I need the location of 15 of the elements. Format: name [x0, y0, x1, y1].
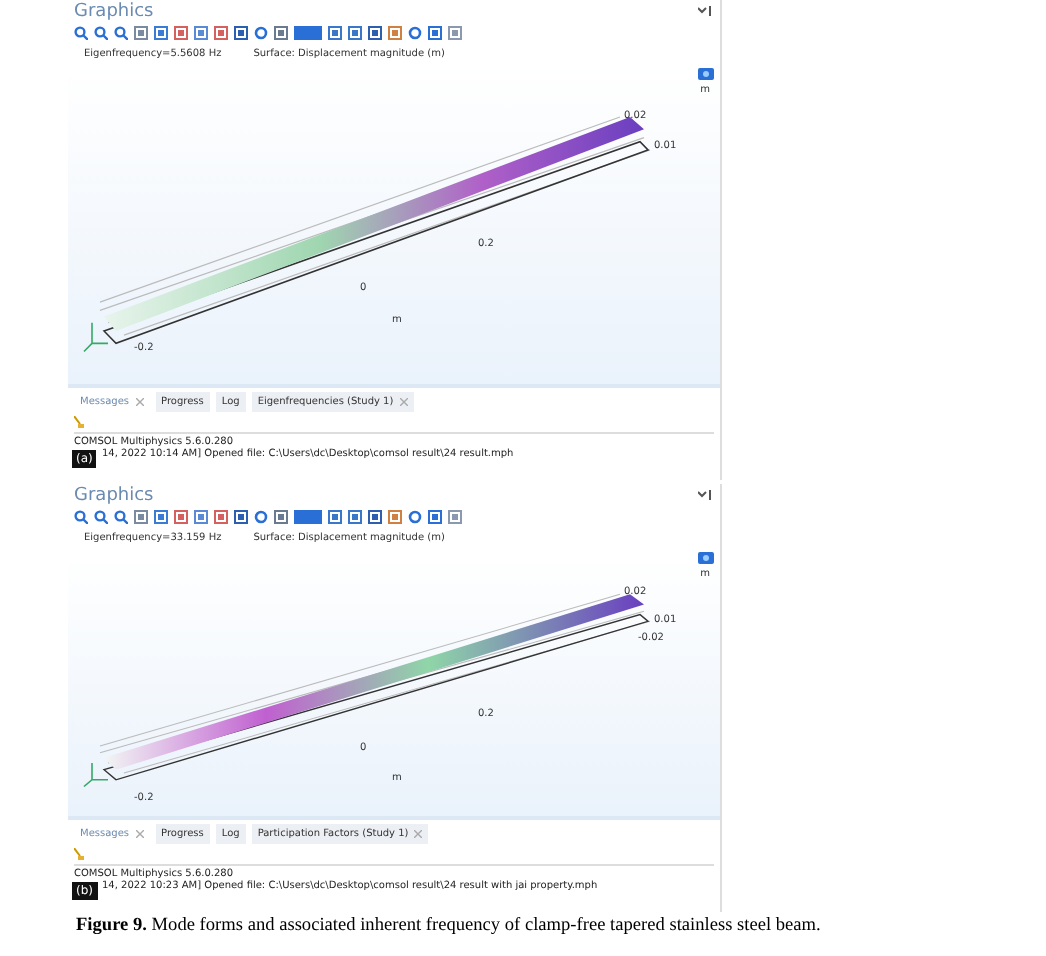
zoom-box-icon[interactable]	[114, 510, 128, 524]
window-title: Graphics	[74, 1, 154, 21]
broom-icon[interactable]	[74, 848, 84, 860]
figure-caption: Figure 9. Mode forms and associated inherent frequency of clamp-free tapered stainless steel beam.	[74, 916, 823, 936]
broom-icon[interactable]	[74, 416, 84, 428]
zoom-box-icon[interactable]	[114, 26, 128, 40]
zoom-in-icon[interactable]	[74, 510, 88, 524]
close-icon[interactable]	[135, 830, 144, 838]
pin-icon[interactable]	[698, 490, 714, 500]
window-title: Graphics	[74, 485, 154, 505]
pin-icon[interactable]	[698, 6, 714, 16]
close-icon[interactable]	[135, 398, 144, 406]
zoom-in-icon[interactable]	[74, 26, 88, 40]
zoom-out-icon[interactable]	[94, 26, 108, 40]
zoom-out-icon[interactable]	[94, 510, 108, 524]
